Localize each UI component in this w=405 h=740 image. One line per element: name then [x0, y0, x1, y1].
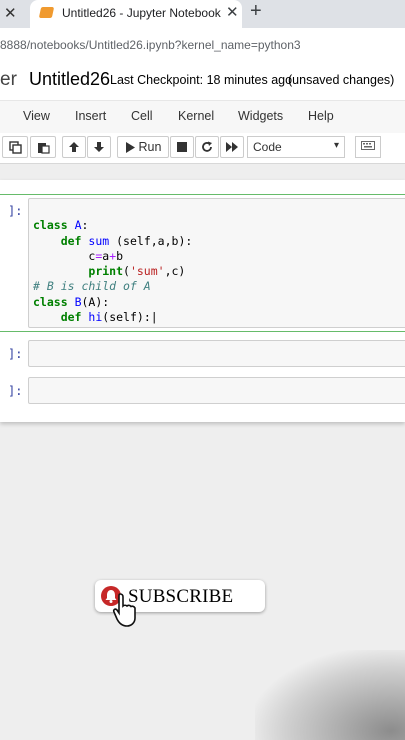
code-text[interactable]: class A: def sum (self,a,b): c=a+b print… [33, 203, 192, 325]
cell-type-value: Code [253, 140, 282, 154]
move-up-icon [69, 142, 79, 152]
copy-icon [8, 140, 22, 154]
stop-button[interactable] [170, 136, 194, 158]
notebook-name[interactable]: Untitled26 [29, 69, 110, 90]
code-line: class A: [33, 218, 89, 233]
run-label: Run [138, 140, 162, 154]
cell-prompt: ]: [8, 347, 23, 361]
menu-view[interactable]: View [23, 109, 50, 123]
notebook-toolbar: Run Code ▾ [0, 133, 405, 163]
chevron-down-icon: ▾ [333, 140, 339, 151]
code-line: def hi(self):| [60, 310, 158, 325]
keyboard-icon [361, 141, 375, 150]
menu-help[interactable]: Help [308, 109, 334, 123]
code-line: c=a+b [33, 248, 124, 263]
code-line: print('sum',c) [88, 264, 186, 279]
unsaved-indicator: (unsaved changes) [288, 73, 395, 87]
menu-kernel[interactable]: Kernel [178, 109, 214, 123]
command-palette-button[interactable] [355, 136, 381, 158]
stop-icon [177, 142, 187, 152]
browser-tab-bar: ✕ Untitled26 - Jupyter Notebook ✕ + [0, 0, 405, 28]
cell-prompt: ]: [8, 204, 23, 218]
last-checkpoint: Last Checkpoint: 18 minutes ago [110, 73, 293, 87]
url-text[interactable]: 8888/notebooks/Untitled26.ipynb?kernel_n… [0, 38, 301, 52]
empty-code-cell[interactable] [28, 340, 405, 367]
code-line: # B is child of A [33, 279, 151, 294]
pointer-hand-icon [112, 593, 136, 627]
new-tab-icon[interactable]: + [250, 0, 262, 23]
menu-insert[interactable]: Insert [75, 109, 106, 123]
corner-shadow [255, 650, 405, 740]
move-down-button[interactable] [87, 136, 111, 158]
menu-widgets[interactable]: Widgets [238, 109, 283, 123]
restart-button[interactable] [195, 136, 219, 158]
previous-tab-close-icon[interactable]: ✕ [4, 4, 17, 22]
copy-button[interactable] [2, 136, 28, 158]
tab-close-icon[interactable]: ✕ [226, 3, 239, 21]
notebook-header: er Untitled26 Last Checkpoint: 18 minute… [0, 62, 405, 100]
cell-type-select[interactable]: Code ▾ [247, 136, 345, 158]
move-up-button[interactable] [62, 136, 86, 158]
fast-forward-icon [225, 142, 238, 152]
toolbar-divider [0, 163, 405, 180]
tab-title: Untitled26 - Jupyter Notebook [62, 6, 221, 20]
restart-run-all-button[interactable] [220, 136, 244, 158]
menu-cell[interactable]: Cell [131, 109, 153, 123]
run-icon [125, 141, 135, 153]
code-line: def sum (self,a,b): [60, 233, 193, 248]
paste-icon [37, 142, 50, 154]
cell-prompt: ]: [8, 384, 23, 398]
code-editor[interactable]: class A: def sum (self,a,b): c=a+b print… [28, 198, 405, 328]
jupyter-tab-icon [38, 7, 55, 18]
restart-icon [202, 141, 212, 152]
run-button[interactable]: Run [117, 136, 169, 158]
address-bar[interactable]: 8888/notebooks/Untitled26.ipynb?kernel_n… [0, 28, 405, 63]
move-down-icon [94, 142, 104, 152]
jupyter-logo-text[interactable]: er [0, 69, 17, 91]
code-line: class B(A): [33, 294, 110, 309]
subscribe-label: SUBSCRIBE [128, 586, 234, 607]
empty-code-cell[interactable] [28, 377, 405, 404]
active-tab[interactable]: Untitled26 - Jupyter Notebook ✕ [30, 0, 242, 28]
paste-button[interactable] [30, 136, 56, 158]
notebook-container: ]: class A: def sum (self,a,b): c=a+b pr… [0, 180, 405, 422]
menu-bar: View Insert Cell Kernel Widgets Help [0, 100, 405, 134]
